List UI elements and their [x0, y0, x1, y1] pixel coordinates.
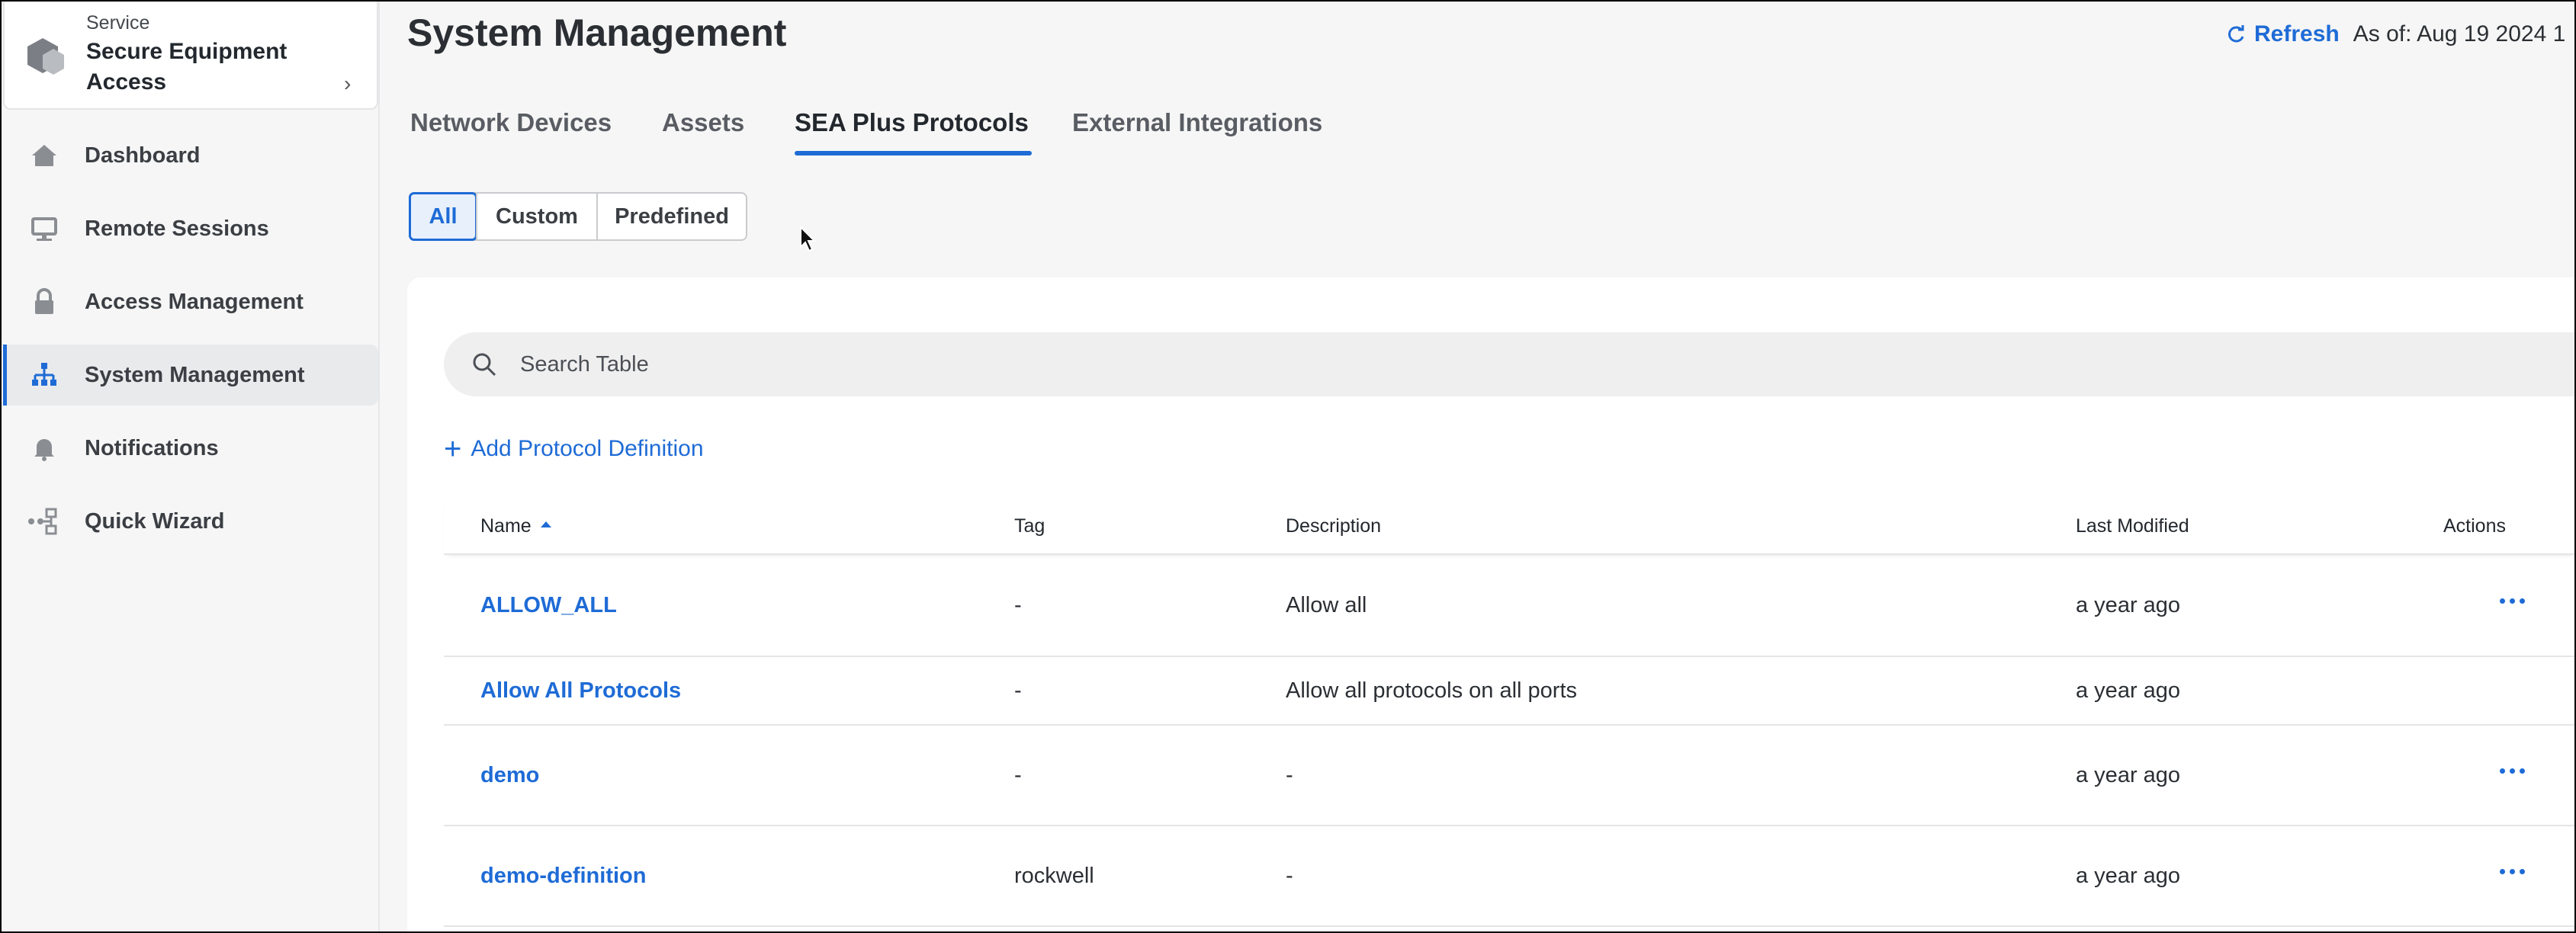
- mouse-cursor-icon: [800, 226, 817, 252]
- tag-cell: -: [1014, 678, 1022, 703]
- filter-custom-button[interactable]: Custom: [476, 194, 596, 239]
- table-header: Name Tag Description Last Modified Actio…: [444, 499, 2576, 555]
- sidebar: Service Secure Equipment Access › Dashbo…: [3, 0, 380, 933]
- refresh-area: Refresh As of: Aug 19 2024 1: [2225, 21, 2565, 47]
- description-cell: Allow all: [1286, 592, 1367, 617]
- column-header-actions: Actions: [2443, 515, 2506, 537]
- tab-sea-plus-protocols[interactable]: SEA Plus Protocols: [795, 108, 1032, 157]
- main-content: System Management Refresh As of: Aug 19 …: [407, 0, 2576, 933]
- protocol-name-link[interactable]: ALLOW_ALL: [480, 555, 617, 656]
- flow-icon: [27, 505, 61, 538]
- service-label: Service: [86, 12, 150, 34]
- hexagon-logo-icon: [27, 38, 64, 75]
- column-header-last-modified: Last Modified: [2076, 515, 2189, 537]
- sort-ascending-icon: [540, 521, 551, 527]
- protocol-name-link[interactable]: demo-definition: [480, 826, 646, 925]
- home-icon: [27, 139, 61, 172]
- description-cell: -: [1286, 762, 1293, 787]
- last-modified-cell: a year ago: [2076, 592, 2181, 617]
- sidebar-item-notifications[interactable]: Notifications: [3, 418, 378, 479]
- refresh-icon[interactable]: [2225, 24, 2247, 45]
- service-name: Secure Equipment Access: [86, 39, 287, 95]
- sidebar-item-label: System Management: [85, 362, 305, 387]
- add-protocol-label: Add Protocol Definition: [471, 436, 704, 461]
- tag-cell: -: [1014, 762, 1022, 787]
- add-protocol-button[interactable]: + Add Protocol Definition: [444, 432, 704, 466]
- filter-predefined-button[interactable]: Predefined: [596, 194, 746, 239]
- last-modified-cell: a year ago: [2076, 863, 2181, 888]
- table-row: ALLOW_ALL - Allow all a year ago: [444, 555, 2576, 657]
- sidebar-item-label: Remote Sessions: [85, 216, 269, 241]
- sidebar-item-label: Dashboard: [85, 143, 201, 168]
- protocol-name-link[interactable]: Allow All Protocols: [480, 657, 681, 724]
- column-header-description: Description: [1286, 515, 1382, 537]
- tag-cell: rockwell: [1014, 863, 1094, 888]
- more-actions-icon[interactable]: [2500, 721, 2529, 820]
- tab-network-devices[interactable]: Network Devices: [410, 108, 612, 157]
- search-icon: [473, 353, 496, 377]
- sidebar-item-label: Quick Wizard: [85, 508, 225, 534]
- sidebar-item-system-management[interactable]: System Management: [3, 345, 378, 406]
- filter-all-button[interactable]: All: [409, 192, 477, 241]
- bell-icon: [27, 431, 61, 465]
- sidebar-item-label: Notifications: [85, 435, 219, 460]
- sidebar-item-access-management[interactable]: Access Management: [3, 271, 378, 332]
- more-actions-icon[interactable]: [2500, 822, 2529, 921]
- network-icon: [27, 358, 61, 392]
- sidebar-item-quick-wizard[interactable]: Quick Wizard: [3, 491, 378, 552]
- column-header-tag: Tag: [1014, 515, 1045, 537]
- as-of-timestamp: As of: Aug 19 2024 1: [2353, 21, 2566, 46]
- last-modified-cell: a year ago: [2076, 762, 2181, 787]
- tab-assets[interactable]: Assets: [662, 108, 744, 157]
- chevron-right-icon: ›: [344, 72, 352, 95]
- search-placeholder: Search Table: [520, 351, 649, 377]
- page-title: System Management: [407, 11, 787, 54]
- search-input[interactable]: Search Table: [444, 332, 2576, 396]
- description-cell: -: [1286, 863, 1293, 888]
- tab-external-integrations[interactable]: External Integrations: [1072, 108, 1322, 157]
- lock-icon: [27, 285, 61, 319]
- column-header-name[interactable]: Name: [480, 499, 551, 553]
- protocol-table-card: Search Table + Add Protocol Definition N…: [407, 277, 2576, 933]
- protocol-name-link[interactable]: demo: [480, 726, 539, 825]
- table-row: demo-definition rockwell - a year ago: [444, 826, 2576, 927]
- refresh-link[interactable]: Refresh: [2254, 21, 2340, 47]
- tag-cell: -: [1014, 592, 1022, 617]
- table-row: Allow All Protocols - Allow all protocol…: [444, 657, 2576, 726]
- sidebar-item-dashboard[interactable]: Dashboard: [3, 125, 378, 186]
- sidebar-item-label: Access Management: [85, 289, 304, 314]
- description-cell: Allow all protocols on all ports: [1286, 678, 1578, 703]
- service-switcher[interactable]: Service Secure Equipment Access ›: [3, 0, 378, 110]
- more-actions-icon[interactable]: [2500, 550, 2529, 651]
- monitor-icon: [27, 212, 61, 245]
- table-row: demo - - a year ago: [444, 726, 2576, 826]
- protocol-filter: All Custom Predefined: [409, 192, 747, 241]
- sidebar-item-remote-sessions[interactable]: Remote Sessions: [3, 198, 378, 259]
- last-modified-cell: a year ago: [2076, 678, 2181, 703]
- plus-icon: +: [444, 432, 462, 466]
